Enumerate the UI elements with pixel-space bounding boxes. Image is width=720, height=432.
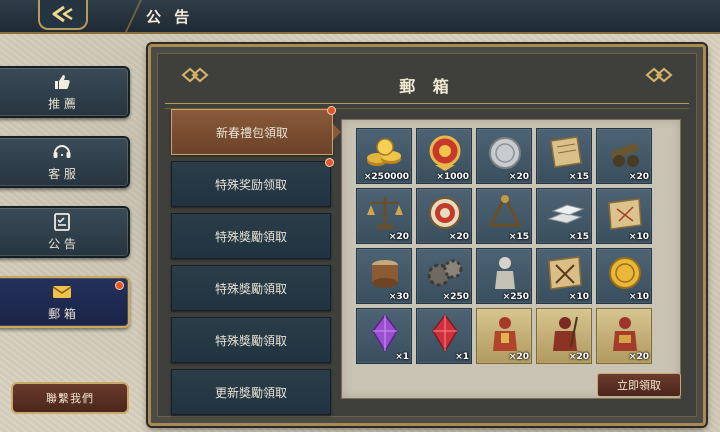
silver-bars-icon	[547, 204, 585, 224]
headset-icon	[52, 143, 72, 161]
notification-badge	[327, 106, 336, 115]
thumbs-up-icon	[52, 73, 72, 91]
mail-item-special-reward[interactable]: 特殊奖励领取	[171, 158, 334, 207]
reward-slot[interactable]: ×1	[416, 308, 472, 364]
mail-item-label: 特殊奖励领取	[214, 177, 287, 192]
reward-quantity: ×15	[508, 232, 529, 242]
mail-item-update-reward[interactable]: 更新獎勵領取	[171, 369, 331, 415]
reward-quantity: ×20	[448, 232, 469, 242]
warrior-card-icon	[493, 317, 517, 351]
reward-slot[interactable]: ×20	[476, 308, 532, 364]
medal-icon	[429, 135, 461, 171]
mail-icon	[52, 283, 72, 301]
reward-slot[interactable]: ×10	[596, 188, 652, 244]
reward-area: ×250000 ×1000 ×20 ×15 ×20 ×20 ×20 ×15 ×1…	[341, 119, 681, 399]
reward-quantity: ×20	[568, 352, 589, 362]
reward-slot[interactable]: ×10	[536, 248, 592, 304]
target-icon	[429, 197, 461, 229]
reward-quantity: ×15	[568, 172, 589, 182]
sidebar-item-label: 郵 箱	[48, 306, 76, 321]
reward-slot[interactable]: ×20	[596, 308, 652, 364]
reward-quantity: ×10	[628, 292, 649, 302]
reward-quantity: ×250	[502, 292, 529, 302]
gears-icon	[427, 259, 463, 287]
scale-icon	[367, 197, 403, 229]
reward-slot[interactable]: ×15	[536, 128, 592, 184]
reward-slot[interactable]: ×1	[356, 308, 412, 364]
cannon-icon	[611, 143, 639, 167]
statue-icon	[495, 257, 515, 289]
notification-badge	[325, 158, 334, 167]
reward-quantity: ×250	[442, 292, 469, 302]
sidebar-item-mailbox[interactable]: 郵 箱	[0, 276, 130, 328]
mail-item-label: 特殊獎勵領取	[214, 229, 287, 244]
silver-coin-icon	[489, 137, 521, 169]
drum-icon	[372, 260, 398, 288]
reward-slot[interactable]: ×15	[536, 188, 592, 244]
gold-coin-icon	[609, 257, 641, 289]
reward-quantity: ×20	[388, 232, 409, 242]
reward-slot[interactable]: ×1000	[416, 128, 472, 184]
reward-quantity: ×10	[628, 232, 649, 242]
reward-slot[interactable]: ×20	[536, 308, 592, 364]
reward-slot[interactable]: ×250	[416, 248, 472, 304]
claim-now-button[interactable]: 立即領取	[597, 373, 681, 397]
reward-slot[interactable]: ×10	[596, 248, 652, 304]
scroll-icon	[550, 136, 582, 168]
mail-item-special-reward[interactable]: 特殊獎勵領取	[171, 213, 331, 259]
back-arrow-icon	[52, 5, 73, 23]
mail-item-label: 新春禮包領取	[215, 125, 288, 140]
sidebar-item-recommend[interactable]: 推 薦	[0, 66, 130, 118]
reward-slot[interactable]: ×20	[416, 188, 472, 244]
purple-gem-icon	[372, 313, 398, 353]
mailbox-panel: 郵 箱 新春禮包領取 特殊奖励领取 特殊獎勵領取 特殊獎勵領取 特殊獎勵領取 更…	[148, 44, 706, 426]
reward-grid: ×250000 ×1000 ×20 ×15 ×20 ×20 ×20 ×15 ×1…	[356, 128, 652, 364]
reward-quantity: ×15	[568, 232, 589, 242]
notice-icon	[52, 212, 72, 231]
reward-slot[interactable]: ×15	[476, 188, 532, 244]
reward-quantity: ×10	[568, 292, 589, 302]
reward-slot[interactable]: ×30	[356, 248, 412, 304]
reward-slot[interactable]: ×20	[596, 128, 652, 184]
mail-item-special-reward[interactable]: 特殊獎勵領取	[171, 265, 331, 311]
reward-quantity: ×20	[628, 352, 649, 362]
weapons-scroll-icon	[548, 256, 582, 290]
warrior-card-icon	[553, 316, 578, 351]
sidebar-item-label: 推 薦	[48, 96, 76, 111]
reward-quantity: ×20	[508, 172, 529, 182]
back-button[interactable]	[38, 0, 88, 30]
top-bar: 公 告	[0, 0, 720, 34]
sidebar-item-support[interactable]: 客 服	[0, 136, 130, 188]
topbar-ornament	[80, 0, 142, 34]
reward-quantity: ×1000	[436, 172, 469, 182]
reward-quantity: ×250000	[363, 172, 409, 182]
reward-quantity: ×20	[508, 352, 529, 362]
mail-item-new-year-pack[interactable]: 新春禮包領取	[171, 106, 341, 155]
contact-us-button[interactable]: 聯繫我們	[11, 382, 129, 414]
reward-slot[interactable]: ×250	[476, 248, 532, 304]
reward-slot[interactable]: ×250000	[356, 128, 412, 184]
page-title: 公 告	[146, 8, 194, 26]
map-scroll-icon	[608, 198, 642, 230]
reward-quantity: ×30	[388, 292, 409, 302]
reward-quantity: ×1	[455, 352, 469, 362]
reward-quantity: ×1	[395, 352, 409, 362]
sidebar-item-notice[interactable]: 公 告	[0, 206, 130, 258]
warrior-card-icon	[613, 317, 637, 351]
mail-item-label: 特殊獎勵領取	[214, 333, 287, 348]
notification-badge	[115, 281, 124, 290]
red-gem-icon	[432, 313, 458, 353]
mail-item-label: 更新獎勵領取	[214, 385, 287, 400]
sidebar-item-label: 公 告	[48, 236, 76, 251]
gold-coins-icon	[367, 138, 401, 166]
mail-item-label: 特殊獎勵領取	[214, 281, 287, 296]
sidebar-item-label: 客 服	[48, 166, 76, 181]
reward-slot[interactable]: ×20	[356, 188, 412, 244]
mail-item-special-reward[interactable]: 特殊獎勵領取	[171, 317, 331, 363]
reward-slot[interactable]: ×20	[476, 128, 532, 184]
reward-quantity: ×20	[628, 172, 649, 182]
catapult-icon	[488, 193, 522, 227]
